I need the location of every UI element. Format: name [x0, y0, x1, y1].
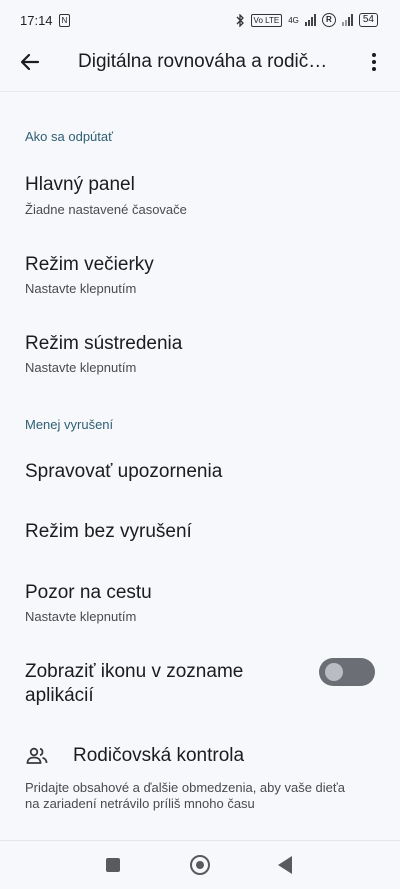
show-icon-toggle[interactable]: [319, 658, 375, 686]
item-title: Spravovať upozornenia: [25, 461, 223, 482]
item-subtitle: Nastavte klepnutím: [25, 609, 137, 624]
page-title: Digitálna rovnováha a rodič…: [78, 51, 328, 72]
app-bar: Digitálna rovnováha a rodič…: [0, 40, 400, 88]
back-button[interactable]: [278, 856, 292, 874]
arrow-back-icon[interactable]: [18, 50, 42, 74]
toggle-thumb: [325, 663, 343, 681]
nfc-icon: N: [58, 13, 71, 27]
item-subtitle: Nastavte klepnutím: [25, 360, 137, 375]
battery-indicator: 54: [358, 13, 378, 27]
signal-icon: [304, 14, 316, 26]
item-description-line1: Pridajte obsahové a ďalšie obmedzenia, a…: [25, 780, 346, 795]
divider: [0, 88, 400, 92]
network-type-label: 4G: [288, 15, 299, 25]
more-vert-icon[interactable]: [362, 50, 386, 74]
people-icon: [26, 747, 48, 764]
item-description-line2: na zariadení netrávilo príliš mnoho času: [25, 796, 255, 811]
item-title-line1: Zobraziť ikonu v zozname: [25, 661, 244, 682]
signal-icon-2: [341, 14, 353, 26]
volte-icon: Vo LTE: [250, 13, 283, 27]
item-title-line2: aplikácií: [25, 685, 94, 706]
section-header-interruptions: Menej vyrušení: [25, 417, 114, 432]
status-time: 17:14: [20, 12, 53, 28]
recents-button[interactable]: [106, 858, 120, 872]
item-subtitle: Žiadne nastavené časovače: [25, 202, 187, 217]
item-subtitle: Nastavte klepnutím: [25, 281, 137, 296]
roaming-icon: R: [321, 13, 336, 27]
item-title: Režim bez vyrušení: [25, 521, 192, 542]
item-title: Pozor na cestu: [25, 582, 152, 603]
item-title: Rodičovská kontrola: [73, 745, 245, 766]
home-button[interactable]: [190, 855, 210, 875]
item-title: Hlavný panel: [25, 174, 135, 195]
bluetooth-icon: [236, 13, 244, 27]
system-nav-bar: [0, 840, 400, 889]
section-header-disconnect: Ako sa odpútať: [25, 129, 113, 144]
status-bar: 17:14 N Vo LTE 4G R 54: [0, 0, 400, 40]
item-title: Režim večierky: [25, 254, 154, 275]
item-title: Režim sústredenia: [25, 333, 183, 354]
